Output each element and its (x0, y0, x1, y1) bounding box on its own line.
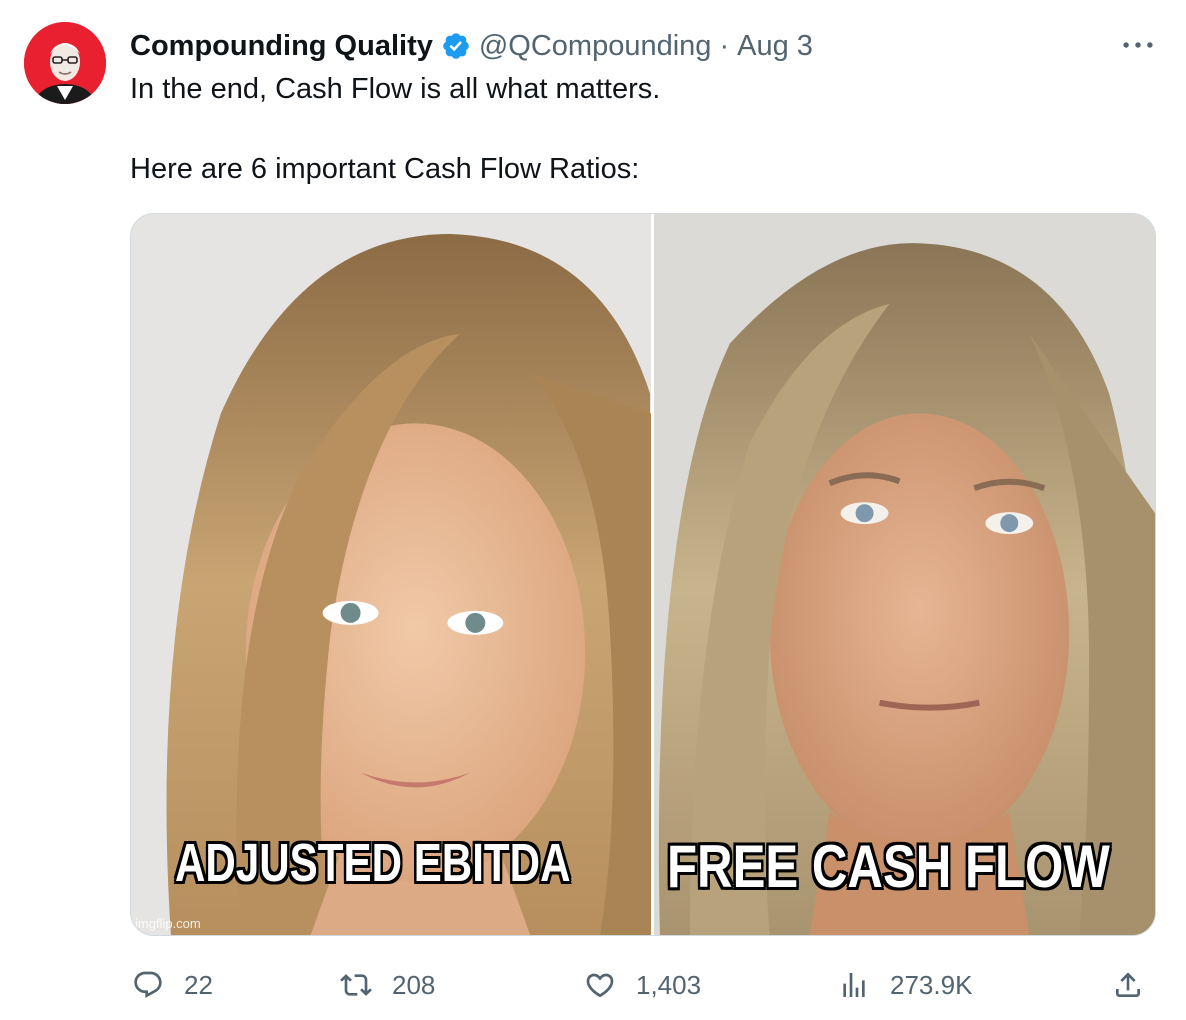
tweet-text-line: In the end, Cash Flow is all what matter… (130, 73, 661, 105)
tweet-text: In the end, Cash Flow is all what matter… (130, 70, 660, 188)
views-button[interactable]: 273.9K (838, 960, 972, 1010)
header-separator: · (719, 29, 730, 62)
tweet-date[interactable]: Aug 3 (737, 30, 813, 63)
more-dots-icon (1123, 42, 1153, 48)
verified-badge-icon (441, 31, 471, 61)
retweet-icon (340, 974, 372, 996)
author-handle[interactable]: @QCompounding (479, 30, 712, 63)
tweet-header: Compounding Quality @QCompounding · Aug … (130, 26, 813, 66)
tweet-media-image[interactable]: ADJUSTED EBITDA FREE CASH FLOW imgflip.c… (130, 213, 1156, 936)
reply-button[interactable]: 22 (132, 960, 213, 1010)
retweet-count: 208 (392, 969, 436, 1000)
share-icon (1116, 972, 1140, 997)
more-options-button[interactable] (1118, 30, 1158, 60)
views-count: 273.9K (890, 969, 973, 1000)
retweet-button[interactable]: 208 (340, 960, 435, 1010)
portrait-avatar-icon (24, 22, 106, 104)
like-button[interactable]: 1,403 (584, 960, 701, 1010)
author-avatar[interactable] (24, 22, 106, 104)
image-watermark: imgflip.com (135, 916, 201, 931)
views-chart-icon (843, 973, 865, 997)
tweet-actions: 22 208 1,403 273.9K (0, 960, 1186, 1010)
panel-divider (651, 214, 654, 935)
tweet[interactable]: Compounding Quality @QCompounding · Aug … (0, 0, 1186, 1020)
heart-icon (586, 973, 614, 998)
like-count: 1,403 (636, 969, 702, 1000)
reply-icon (134, 971, 162, 998)
share-button[interactable] (1112, 960, 1144, 1010)
meme-caption-right: FREE CASH FLOW (667, 833, 1110, 900)
author-display-name[interactable]: Compounding Quality (130, 30, 433, 63)
reply-count: 22 (184, 969, 213, 1000)
tweet-text-line: Here are 6 important Cash Flow Ratios: (130, 153, 640, 185)
meme-photo (131, 214, 1155, 935)
meme-caption-left: ADJUSTED EBITDA (175, 833, 571, 893)
